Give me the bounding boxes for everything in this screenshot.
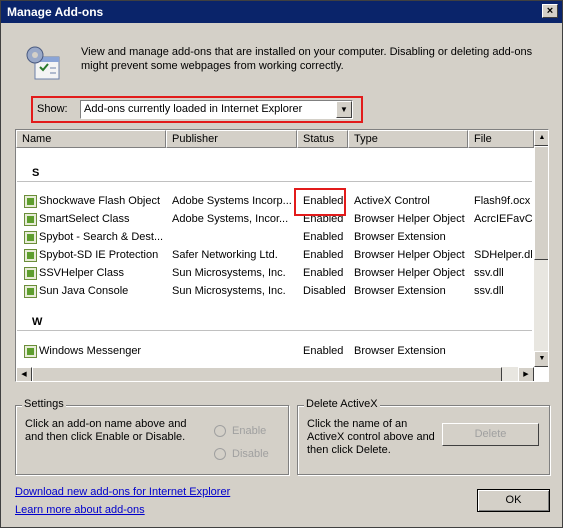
scroll-left-icon[interactable]: ◀	[16, 367, 32, 381]
addon-file: SDHelper.dll	[474, 249, 532, 261]
table-row[interactable]: Shockwave Flash Object Adobe Systems Inc…	[16, 193, 532, 211]
addon-status: Enabled	[303, 267, 344, 279]
addon-icon	[24, 249, 37, 262]
addon-icon	[24, 213, 37, 226]
group-divider	[17, 330, 532, 331]
addon-file: AcrcIEFavCli	[474, 213, 532, 225]
column-header-name[interactable]: Name	[16, 130, 166, 148]
addon-file: ssv.dll	[474, 285, 504, 297]
addon-file: ssv.dll	[474, 267, 504, 279]
addon-name: Spybot - Search & Dest...	[39, 231, 164, 243]
table-row[interactable]: Sun Java Console Sun Microsystems, Inc. …	[16, 283, 532, 301]
gear-add-ons-icon	[26, 46, 60, 80]
addon-type: Browser Extension	[354, 345, 446, 357]
addon-icon	[24, 231, 37, 244]
enable-label: Enable	[232, 425, 267, 437]
close-button[interactable]: ×	[542, 4, 558, 18]
addon-type: ActiveX Control	[354, 195, 430, 207]
addon-status: Enabled	[303, 249, 344, 261]
disable-radio[interactable]	[214, 448, 226, 460]
horizontal-scrollbar[interactable]: ◀ ▶	[16, 367, 534, 381]
addon-publisher: Adobe Systems Incorp...	[172, 195, 292, 207]
enable-radio[interactable]	[214, 425, 226, 437]
delete-activex-title: Delete ActiveX	[304, 398, 380, 410]
group-label-w: W	[32, 316, 43, 328]
addon-status: Enabled	[303, 231, 344, 243]
addon-name: Shockwave Flash Object	[39, 195, 161, 207]
addon-name: SmartSelect Class	[39, 213, 130, 225]
table-row[interactable]: Spybot - Search & Dest... Enabled Browse…	[16, 229, 532, 247]
addon-type: Browser Extension	[354, 285, 446, 297]
download-addons-link[interactable]: Download new add-ons for Internet Explor…	[15, 486, 230, 498]
scroll-down-icon[interactable]: ▼	[534, 351, 548, 367]
show-dropdown-value: Add-ons currently loaded in Internet Exp…	[84, 103, 303, 115]
delete-activex-text: Click the name of an ActiveX control abo…	[307, 418, 435, 456]
addon-status: Disabled	[303, 285, 346, 297]
table-row[interactable]: SmartSelect Class Adobe Systems, Incor..…	[16, 211, 532, 229]
column-header-type[interactable]: Type	[348, 130, 468, 148]
learn-more-link[interactable]: Learn more about add-ons	[15, 504, 145, 516]
delete-button[interactable]: Delete	[442, 423, 539, 446]
table-row[interactable]: Spybot-SD IE Protection Safer Networking…	[16, 247, 532, 265]
addon-icon	[24, 345, 37, 358]
scroll-up-icon[interactable]: ▲	[534, 130, 548, 146]
column-header-status[interactable]: Status	[297, 130, 348, 148]
addon-icon	[24, 267, 37, 280]
addon-type: Browser Helper Object	[354, 267, 465, 279]
title-bar: Manage Add-ons ×	[1, 1, 562, 23]
addon-publisher: Adobe Systems, Incor...	[172, 213, 289, 225]
chevron-down-icon[interactable]: ▼	[336, 101, 352, 118]
window-title: Manage Add-ons	[7, 5, 104, 19]
show-label: Show:	[37, 103, 68, 115]
addon-name: SSVHelper Class	[39, 267, 124, 279]
settings-text: Click an add-on name above and and then …	[25, 418, 187, 443]
addon-type: Browser Extension	[354, 231, 446, 243]
addon-publisher: Sun Microsystems, Inc.	[172, 267, 286, 279]
addon-file: Flash9f.ocx	[474, 195, 531, 207]
addons-list: Name Publisher Status Type File S Shockw…	[15, 129, 549, 382]
addon-name: Spybot-SD IE Protection	[39, 249, 159, 261]
addon-type: Browser Helper Object	[354, 213, 465, 225]
horizontal-scroll-thumb[interactable]	[32, 367, 502, 381]
addon-icon	[24, 285, 37, 298]
ok-button[interactable]: OK	[477, 489, 550, 512]
addon-name: Sun Java Console	[39, 285, 129, 297]
vertical-scrollbar[interactable]: ▲ ▼	[534, 130, 548, 367]
settings-title: Settings	[22, 398, 66, 410]
column-header-publisher[interactable]: Publisher	[166, 130, 297, 148]
disable-label: Disable	[232, 448, 269, 460]
addon-publisher: Sun Microsystems, Inc.	[172, 285, 286, 297]
table-row[interactable]: SSVHelper Class Sun Microsystems, Inc. E…	[16, 265, 532, 283]
addon-type: Browser Helper Object	[354, 249, 465, 261]
group-divider	[17, 181, 532, 182]
addon-status: Enabled	[303, 345, 344, 357]
manage-addons-window: Manage Add-ons × View and manage add-ons…	[0, 0, 563, 528]
scroll-right-icon[interactable]: ▶	[518, 367, 534, 381]
group-label-s: S	[32, 167, 40, 179]
intro-text: View and manage add-ons that are install…	[81, 46, 533, 72]
addon-icon	[24, 195, 37, 208]
status-highlight	[294, 188, 346, 216]
addon-publisher: Safer Networking Ltd.	[172, 249, 278, 261]
addon-name: Windows Messenger	[39, 345, 142, 357]
table-row[interactable]: Windows Messenger Enabled Browser Extens…	[16, 343, 532, 361]
show-dropdown[interactable]: Add-ons currently loaded in Internet Exp…	[80, 100, 353, 119]
vertical-scroll-thumb[interactable]	[534, 146, 548, 260]
column-header-file[interactable]: File	[468, 130, 534, 148]
